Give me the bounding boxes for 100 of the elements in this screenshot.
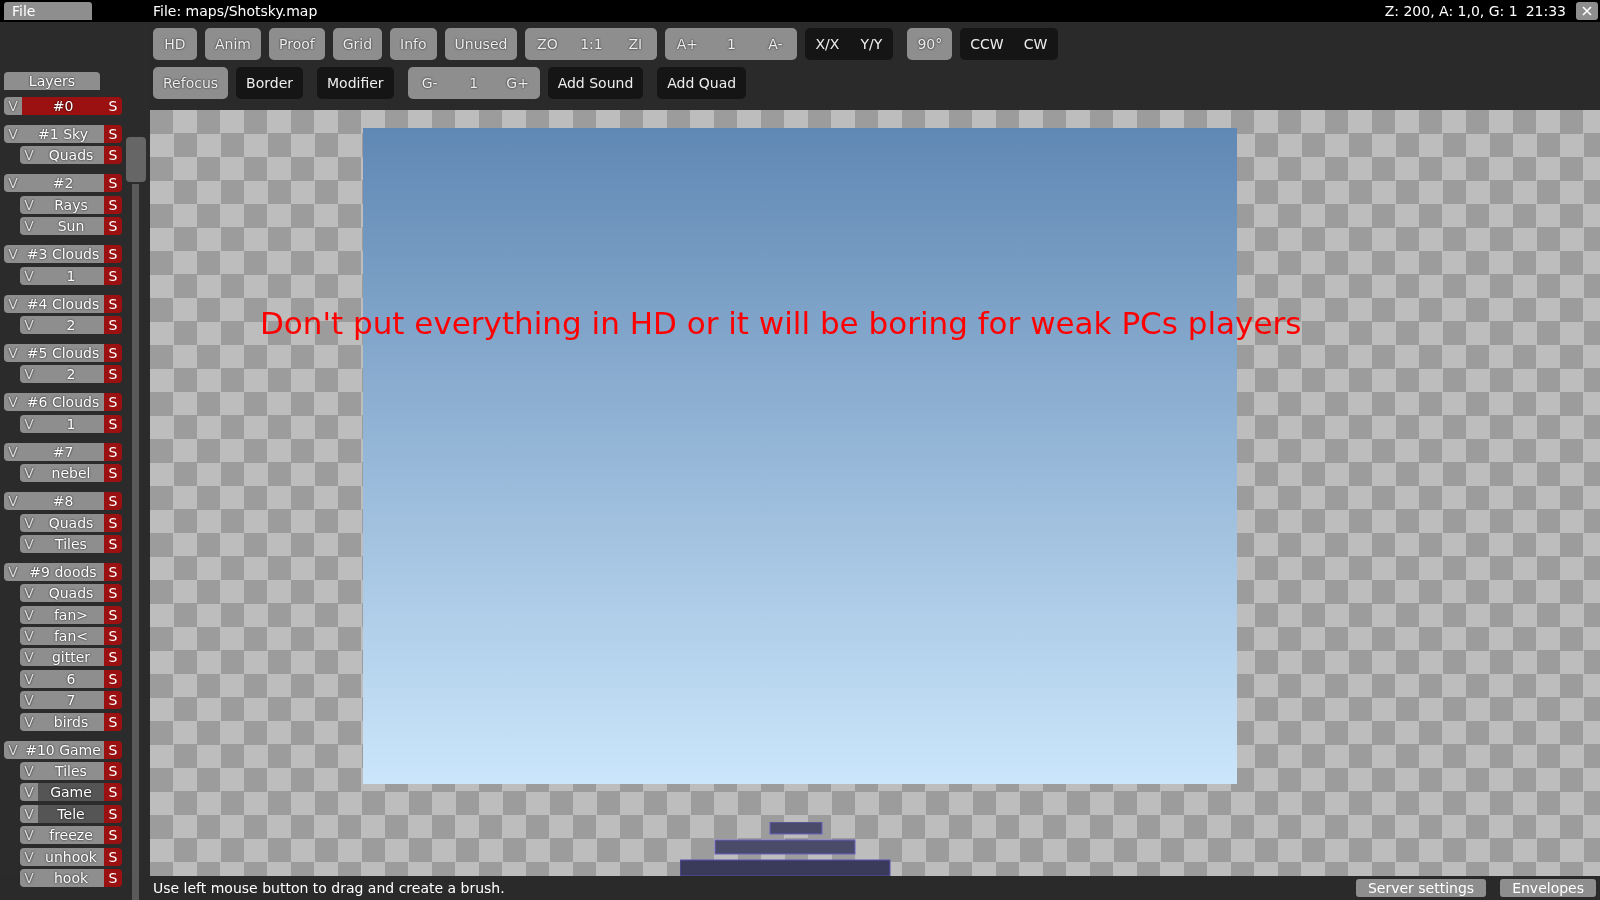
solo-toggle[interactable]: S <box>104 97 122 115</box>
toolbar-button[interactable]: Anim <box>205 28 261 60</box>
toolbar-button[interactable]: Border <box>236 67 303 99</box>
status-button[interactable]: Envelopes <box>1500 879 1596 897</box>
group-item[interactable]: #1 Sky <box>22 125 104 143</box>
visibility-toggle[interactable]: V <box>20 414 38 433</box>
solo-toggle[interactable]: S <box>104 783 122 802</box>
visibility-toggle[interactable]: V <box>4 492 22 511</box>
solo-toggle[interactable]: S <box>104 691 122 710</box>
layer-item[interactable]: Tiles <box>38 534 104 553</box>
solo-toggle[interactable]: S <box>104 442 122 461</box>
layer-item[interactable]: Quads <box>38 513 104 532</box>
toolbar-button[interactable]: CW <box>1013 28 1058 60</box>
toolbar-button[interactable]: 1 <box>451 67 496 99</box>
solo-toggle[interactable]: S <box>104 245 122 264</box>
solo-toggle[interactable]: S <box>104 584 122 603</box>
file-menu[interactable]: File <box>4 2 92 20</box>
solo-toggle[interactable]: S <box>104 146 122 165</box>
solo-toggle[interactable]: S <box>104 534 122 553</box>
solo-toggle[interactable]: S <box>104 414 122 433</box>
toolbar-button[interactable]: Y/Y <box>849 28 894 60</box>
visibility-toggle[interactable]: V <box>20 627 38 646</box>
solo-toggle[interactable]: S <box>104 648 122 667</box>
visibility-toggle[interactable]: V <box>20 648 38 667</box>
group-item[interactable]: #8 <box>22 492 104 511</box>
visibility-toggle[interactable]: V <box>4 174 22 193</box>
group-item[interactable]: #0 <box>22 97 104 115</box>
group-item[interactable]: #6 Clouds <box>22 393 104 412</box>
solo-toggle[interactable]: S <box>104 605 122 624</box>
layer-item[interactable]: unhook <box>38 847 104 866</box>
visibility-toggle[interactable]: V <box>20 584 38 603</box>
layer-item[interactable]: hook <box>38 869 104 887</box>
layer-item[interactable]: Quads <box>38 146 104 165</box>
visibility-toggle[interactable]: V <box>20 365 38 384</box>
visibility-toggle[interactable]: V <box>4 442 22 461</box>
solo-toggle[interactable]: S <box>104 294 122 313</box>
group-item[interactable]: #2 <box>22 174 104 193</box>
group-item[interactable]: #4 Clouds <box>22 294 104 313</box>
solo-toggle[interactable]: S <box>104 464 122 483</box>
layer-item[interactable]: Game <box>38 783 104 802</box>
layer-item[interactable]: 1 <box>38 414 104 433</box>
visibility-toggle[interactable]: V <box>20 146 38 165</box>
visibility-toggle[interactable]: V <box>20 266 38 285</box>
close-button[interactable] <box>1576 2 1598 20</box>
solo-toggle[interactable]: S <box>104 125 122 143</box>
group-item[interactable]: #9 doods <box>22 562 104 581</box>
scrollbar-track[interactable] <box>132 184 139 900</box>
solo-toggle[interactable]: S <box>104 217 122 236</box>
toolbar-button[interactable]: G- <box>407 67 452 99</box>
layer-item[interactable]: nebel <box>38 464 104 483</box>
solo-toggle[interactable]: S <box>104 315 122 334</box>
visibility-toggle[interactable]: V <box>4 393 22 412</box>
visibility-toggle[interactable]: V <box>20 783 38 802</box>
toolbar-button[interactable]: Add Quad <box>657 67 747 99</box>
toolbar-button[interactable]: Modifier <box>317 67 394 99</box>
layer-item[interactable]: 1 <box>38 266 104 285</box>
visibility-toggle[interactable]: V <box>20 869 38 887</box>
toolbar-button[interactable]: CCW <box>960 28 1014 60</box>
status-button[interactable]: Server settings <box>1355 879 1487 897</box>
layer-item[interactable]: 2 <box>38 365 104 384</box>
visibility-toggle[interactable]: V <box>20 804 38 823</box>
visibility-toggle[interactable]: V <box>4 294 22 313</box>
visibility-toggle[interactable]: V <box>4 562 22 581</box>
visibility-toggle[interactable]: V <box>20 691 38 710</box>
solo-toggle[interactable]: S <box>104 847 122 866</box>
visibility-toggle[interactable]: V <box>4 245 22 264</box>
solo-toggle[interactable]: S <box>104 712 122 731</box>
group-item[interactable]: #3 Clouds <box>22 245 104 264</box>
toolbar-button[interactable]: A- <box>753 28 798 60</box>
visibility-toggle[interactable]: V <box>20 669 38 688</box>
visibility-toggle[interactable]: V <box>20 513 38 532</box>
toolbar-button[interactable]: Info <box>390 28 437 60</box>
visibility-toggle[interactable]: V <box>20 217 38 236</box>
visibility-toggle[interactable]: V <box>20 605 38 624</box>
group-item[interactable]: #5 Clouds <box>22 343 104 362</box>
toolbar-button[interactable]: Grid <box>332 28 383 60</box>
layer-item[interactable]: freeze <box>38 826 104 845</box>
solo-toggle[interactable]: S <box>104 869 122 887</box>
visibility-toggle[interactable]: V <box>20 195 38 214</box>
layer-item[interactable]: gitter <box>38 648 104 667</box>
visibility-toggle[interactable]: V <box>20 315 38 334</box>
layer-item[interactable]: 2 <box>38 315 104 334</box>
solo-toggle[interactable]: S <box>104 627 122 646</box>
layer-item[interactable]: Quads <box>38 584 104 603</box>
layer-item[interactable]: Tiles <box>38 762 104 781</box>
toolbar-button[interactable]: HD <box>153 28 197 60</box>
layer-item[interactable]: fan< <box>38 627 104 646</box>
toolbar-button[interactable]: Refocus <box>153 67 229 99</box>
layer-item[interactable]: 6 <box>38 669 104 688</box>
solo-toggle[interactable]: S <box>104 513 122 532</box>
toolbar-button[interactable]: 1:1 <box>569 28 614 60</box>
solo-toggle[interactable]: S <box>104 740 122 759</box>
solo-toggle[interactable]: S <box>104 804 122 823</box>
toolbar-button[interactable]: G+ <box>495 67 540 99</box>
group-item[interactable]: #7 <box>22 442 104 461</box>
visibility-toggle[interactable]: V <box>20 534 38 553</box>
toolbar-button[interactable]: ZO <box>525 28 570 60</box>
toolbar-button[interactable]: Add Sound <box>547 67 644 99</box>
toolbar-button[interactable]: A+ <box>665 28 710 60</box>
layer-item[interactable]: birds <box>38 712 104 731</box>
